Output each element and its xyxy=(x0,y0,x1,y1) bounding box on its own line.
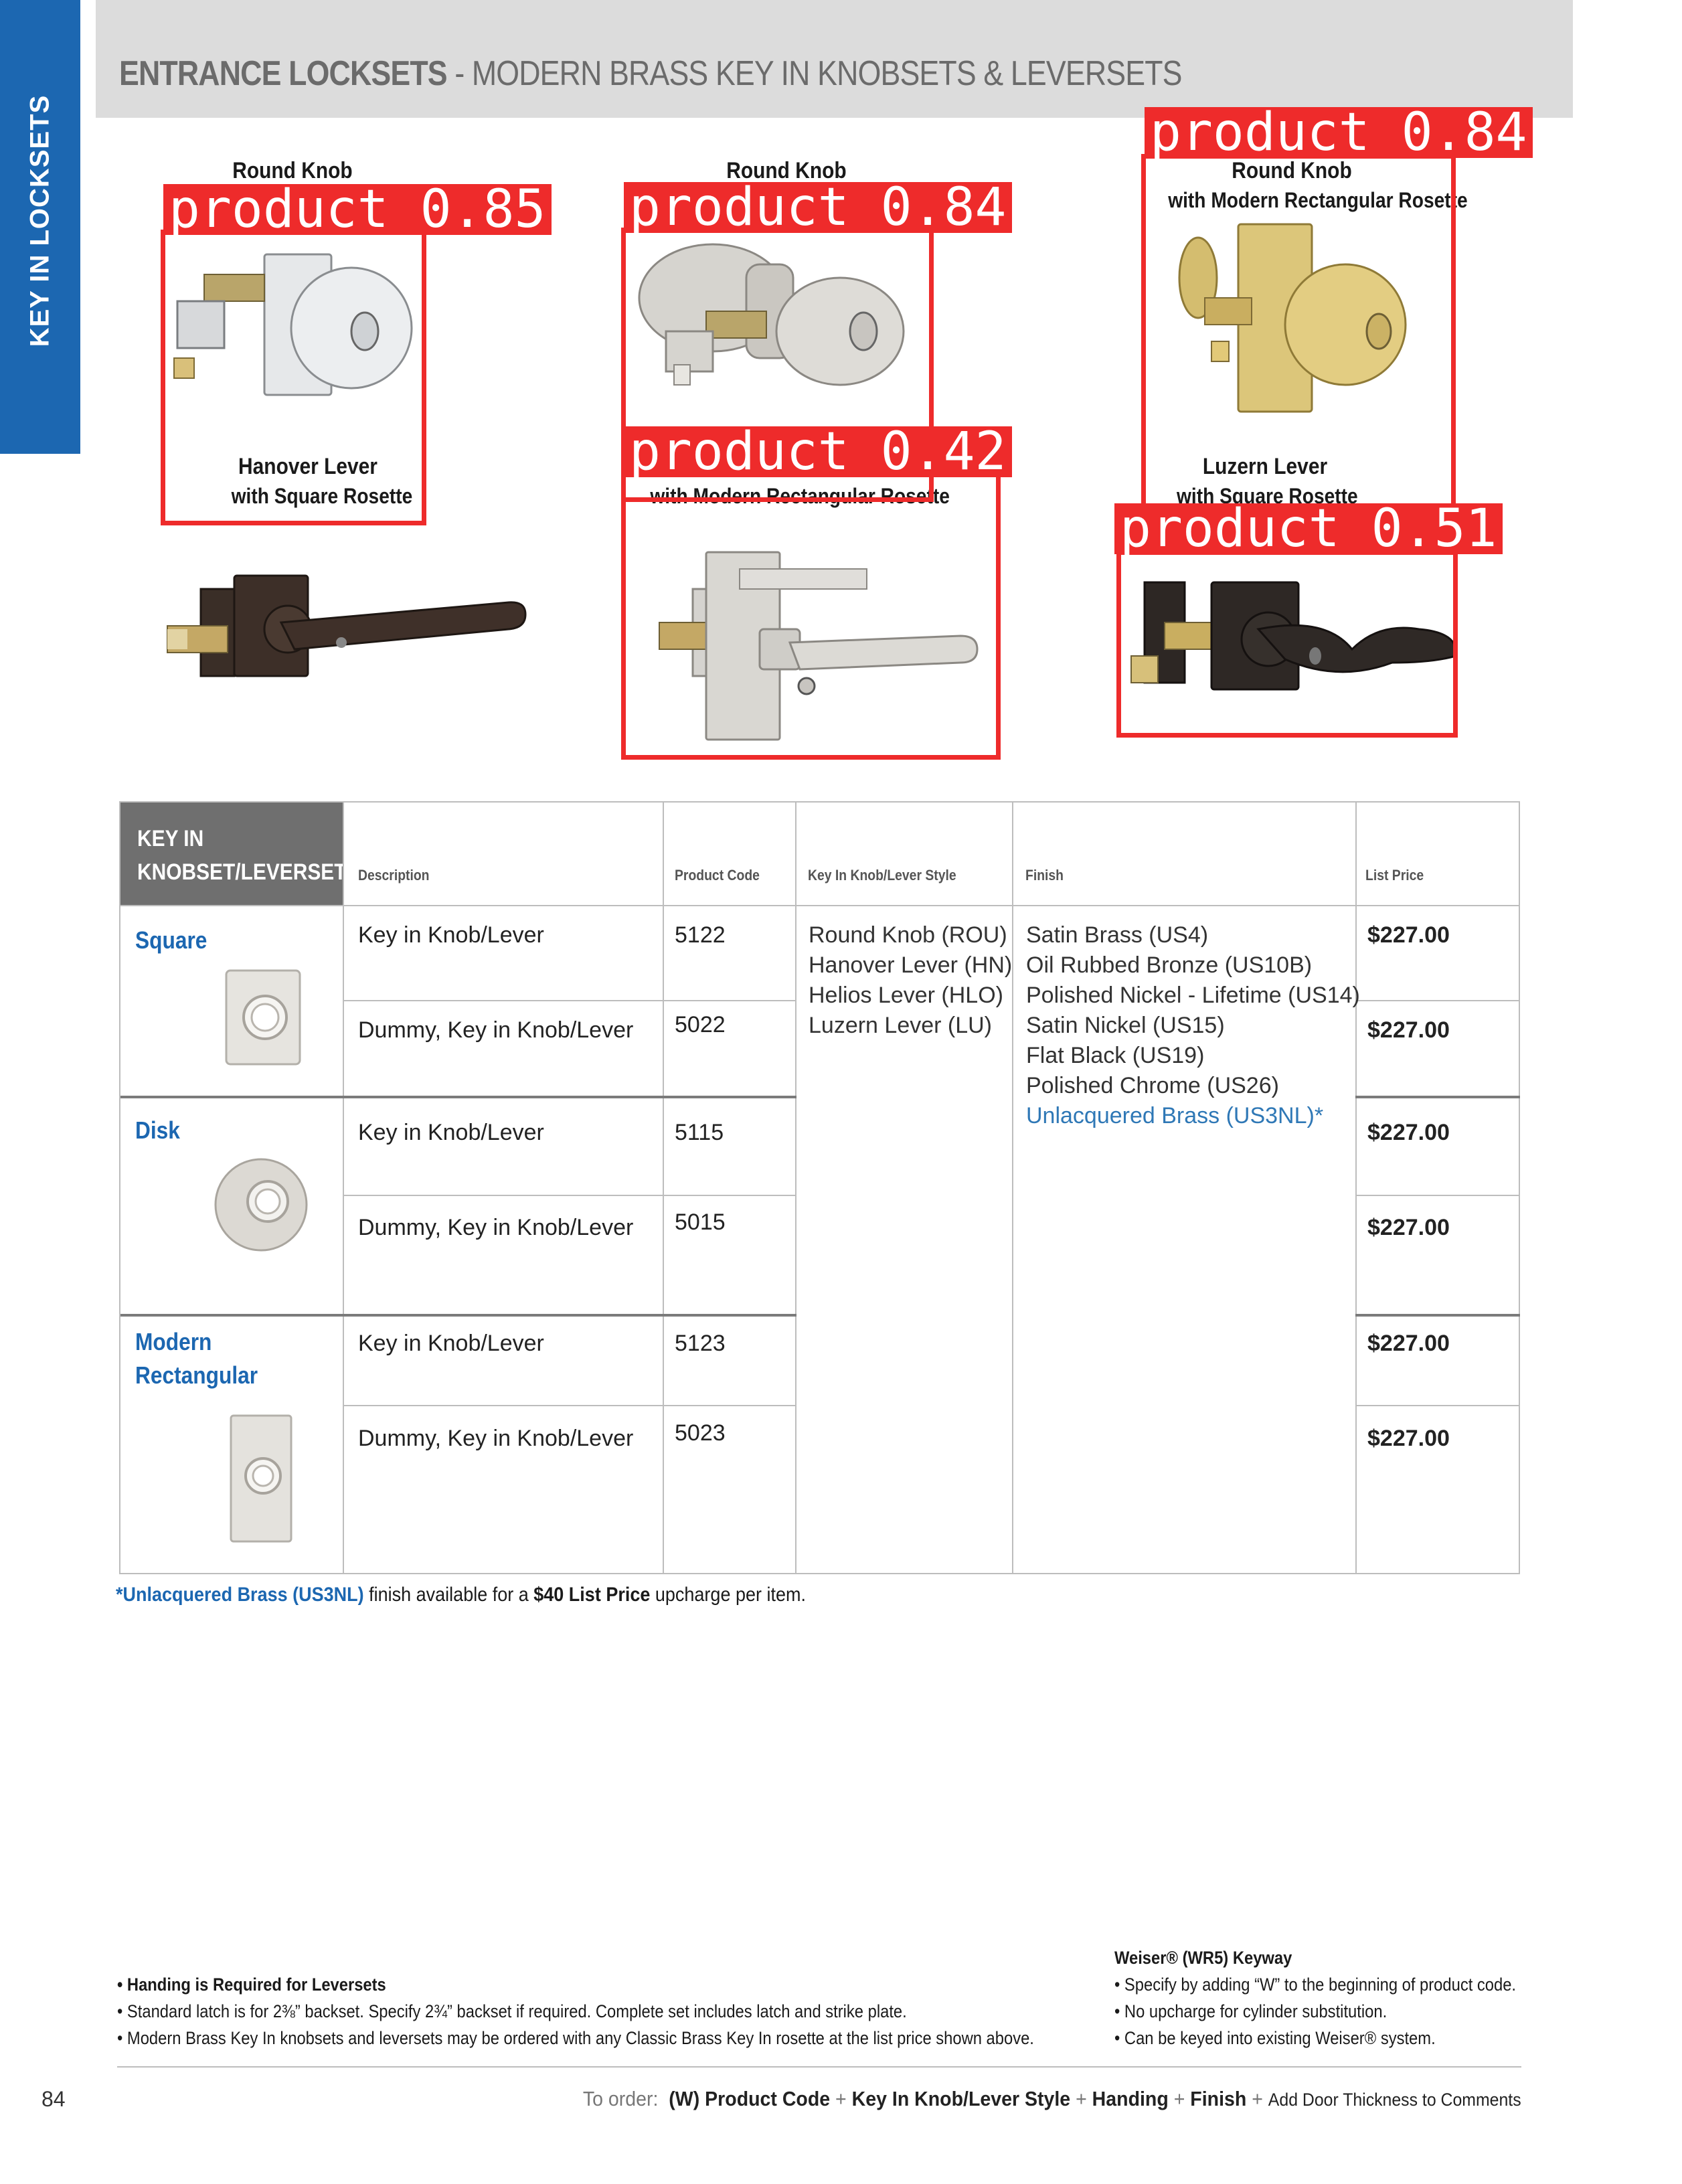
detection-box-4 xyxy=(621,472,1001,760)
col-header-list-price: List Price xyxy=(1365,867,1424,884)
detection-label-2: product 0.84 xyxy=(624,181,1012,234)
group-name-square: Square xyxy=(135,926,207,954)
style-item: Round Knob (ROU) xyxy=(809,922,1007,948)
page-title: ENTRANCE LOCKSETS - MODERN BRASS KEY IN … xyxy=(119,54,1183,94)
style-item: Hanover Lever (HN) xyxy=(809,952,1013,978)
product-image-hanover-lever xyxy=(167,574,527,677)
finish-item: Oil Rubbed Bronze (US10B) xyxy=(1026,952,1313,978)
row-6-code: 5023 xyxy=(675,1420,726,1446)
weiser-note: • Specify by adding “W” to the beginning… xyxy=(1114,1975,1517,1995)
finish-list: Satin Brass (US4) Oil Rubbed Bronze (US1… xyxy=(1026,920,1360,1131)
notes-left: • Handing is Required for Leversets • St… xyxy=(117,1971,1159,2051)
detection-box-1 xyxy=(161,230,426,525)
page-title-rest: - MODERN BRASS KEY IN KNOBSETS & LEVERSE… xyxy=(446,54,1182,93)
row-1-description: Key in Knob/Lever xyxy=(358,922,544,948)
row-1-price: $227.00 xyxy=(1367,922,1450,948)
row-5-description: Key in Knob/Lever xyxy=(358,1331,544,1356)
detection-box-5 xyxy=(1116,550,1458,738)
note-handing: • Handing is Required for Leversets xyxy=(117,1975,386,1995)
style-item: Helios Lever (HLO) xyxy=(809,983,1003,1008)
notes-right: Weiser® (WR5) Keyway • Specify by adding… xyxy=(1114,1944,1571,2051)
row-6-price: $227.00 xyxy=(1367,1426,1450,1451)
rosette-disk-image xyxy=(214,1158,308,1252)
weiser-note: • Can be keyed into existing Weiser® sys… xyxy=(1114,2028,1436,2048)
spec-table xyxy=(119,801,1520,1574)
row-3-price: $227.00 xyxy=(1367,1120,1450,1145)
row-3-code: 5115 xyxy=(675,1120,724,1145)
col-header-description: Description xyxy=(358,867,430,884)
weiser-keyway-title: Weiser® (WR5) Keyway xyxy=(1114,1948,1292,1968)
table-corner-line1: KEY IN xyxy=(137,826,204,851)
detection-label-1: product 0.85 xyxy=(163,183,552,236)
finish-item-unlacquered: Unlacquered Brass (US3NL)* xyxy=(1026,1103,1324,1128)
group-name-disk: Disk xyxy=(135,1116,180,1144)
rosette-modern-rectangular-image xyxy=(230,1414,292,1543)
row-5-price: $227.00 xyxy=(1367,1331,1450,1356)
row-5-code: 5123 xyxy=(675,1331,726,1356)
row-2-description: Dummy, Key in Knob/Lever xyxy=(358,1017,634,1043)
col-header-product-code: Product Code xyxy=(675,867,760,884)
row-4-description: Dummy, Key in Knob/Lever xyxy=(358,1215,634,1240)
weiser-note: • No upcharge for cylinder substitution. xyxy=(1114,2001,1387,2021)
style-list: Round Knob (ROU) Hanover Lever (HN) Heli… xyxy=(809,920,1012,1041)
detection-label-5: product 0.51 xyxy=(1114,503,1503,555)
table-corner-line2: KNOBSET/LEVERSET xyxy=(137,859,347,885)
row-4-price: $227.00 xyxy=(1367,1215,1450,1240)
row-6-description: Dummy, Key in Knob/Lever xyxy=(358,1426,634,1451)
finish-item: Satin Nickel (US15) xyxy=(1026,1013,1225,1038)
detection-box-3 xyxy=(1141,154,1456,519)
note-latch: • Standard latch is for 2⅜” backset. Spe… xyxy=(117,2001,907,2021)
order-instructions: To order: (W) Product Code + Key In Knob… xyxy=(583,2087,1521,2110)
detection-label-4: product 0.42 xyxy=(624,426,1012,478)
rosette-square-image xyxy=(225,969,301,1066)
detection-label-3: product 0.84 xyxy=(1145,106,1533,159)
finish-item: Polished Chrome (US26) xyxy=(1026,1073,1279,1098)
side-tab-label: KEY IN LOCKSETS xyxy=(25,94,55,347)
footer-rule xyxy=(117,2066,1521,2068)
row-1-code: 5122 xyxy=(675,922,726,948)
row-4-code: 5015 xyxy=(675,1209,726,1235)
col-header-finish: Finish xyxy=(1025,867,1064,884)
row-2-code: 5022 xyxy=(675,1012,726,1037)
page-number: 84 xyxy=(41,2087,66,2111)
finish-item: Satin Brass (US4) xyxy=(1026,922,1209,948)
finish-item: Flat Black (US19) xyxy=(1026,1043,1205,1068)
row-2-price: $227.00 xyxy=(1367,1017,1450,1043)
group-name-modern-rectangular: Modern Rectangular xyxy=(135,1328,258,1389)
finish-item: Polished Nickel - Lifetime (US14) xyxy=(1026,983,1360,1008)
style-item: Luzern Lever (LU) xyxy=(809,1013,993,1038)
page-title-bold: ENTRANCE LOCKSETS xyxy=(119,54,448,93)
note-rosette: • Modern Brass Key In knobsets and lever… xyxy=(117,2028,1034,2048)
col-header-style: Key In Knob/Lever Style xyxy=(808,867,956,884)
row-3-description: Key in Knob/Lever xyxy=(358,1120,544,1145)
footnote: *Unlacquered Brass (US3NL) finish availa… xyxy=(116,1584,807,1606)
